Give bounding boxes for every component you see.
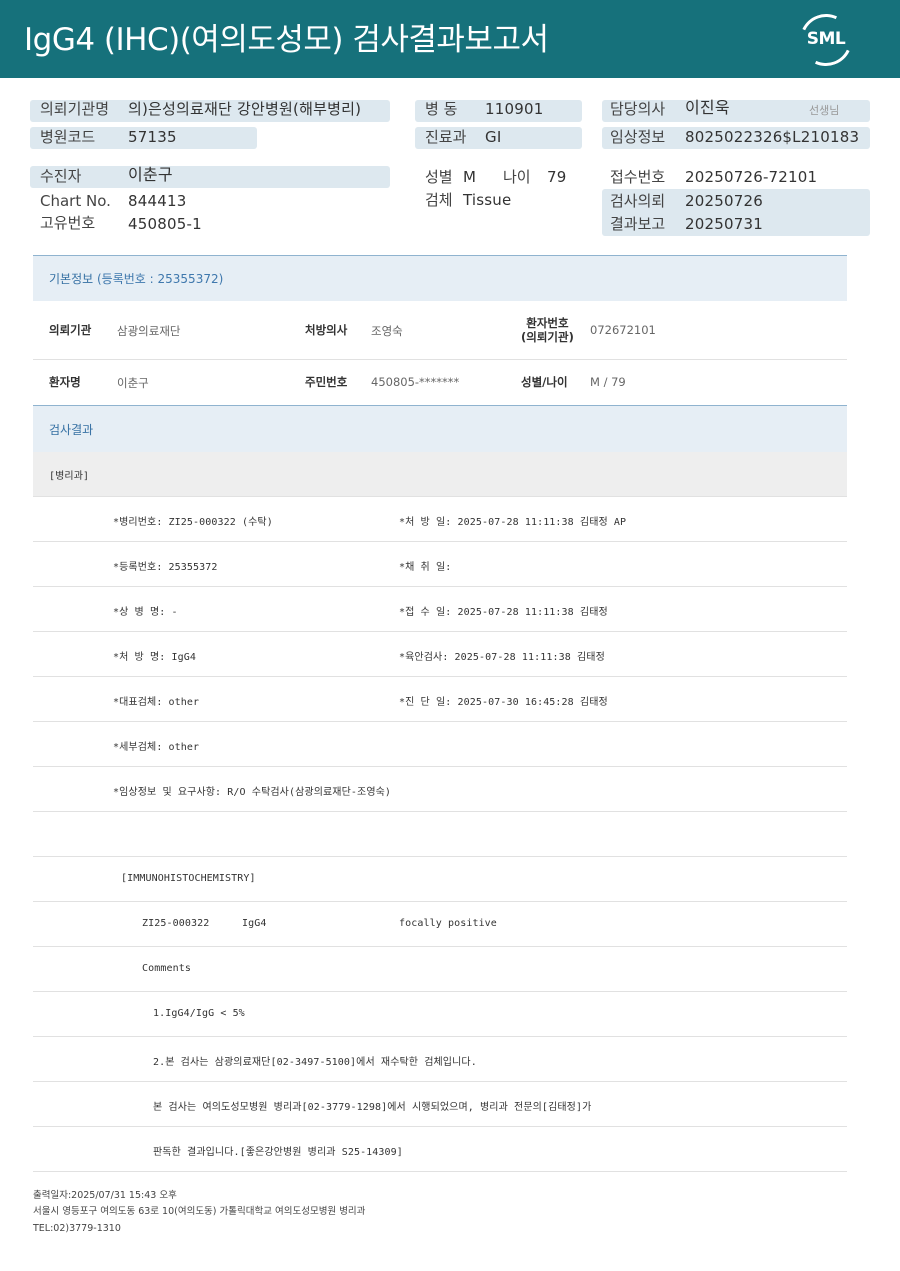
logo-text: SML	[806, 29, 846, 49]
result-line-3: *상 병 명: - *접 수 일: 2025-07-28 11:11:38 김태…	[33, 587, 847, 632]
chart-no-value: 844413	[128, 192, 187, 210]
results-header: 검사결과	[33, 406, 847, 452]
report-title: IgG4 (IHC)(여의도성모) 검사결과보고서	[24, 22, 549, 58]
comments-row: Comments	[33, 947, 847, 992]
registration-number: (등록번호 : 25355372)	[97, 272, 224, 286]
institution-value: 의)은성의료재단 강안병원(해부병리)	[128, 100, 362, 118]
requesting-institution-value: 삼광의료재단	[117, 324, 181, 338]
ihc-marker: IgG4	[242, 918, 267, 929]
comment-line-2-text: 2.본 검사는 삼광의료재단[02-3497-5100]에서 재수탁한 검체입니…	[153, 1057, 477, 1068]
patient-pill	[30, 166, 390, 188]
result-line-5: *대표검체: other *진 단 일: 2025-07-30 16:45:28…	[33, 677, 847, 722]
age-value: 79	[547, 168, 567, 186]
report-date-label: 결과보고	[610, 215, 666, 233]
result-line-2-left: *등록번호: 25355372	[113, 562, 218, 573]
request-date-label: 검사의뢰	[610, 192, 666, 210]
sex-value: M	[463, 168, 477, 186]
department-band: [병리과]	[33, 452, 847, 497]
result-line-7-left: *임상정보 및 요구사항: R/O 수탁검사(삼광의료재단-조영숙)	[113, 787, 392, 798]
department-label: 진료과	[425, 128, 467, 146]
prescriber-label: 처방의사	[305, 323, 348, 337]
result-blank-row	[33, 812, 847, 857]
print-date: 출력일자:2025/07/31 15:43 오후	[33, 1190, 177, 1201]
ihc-header: [IMMUNOHISTOCHEMISTRY]	[121, 873, 256, 884]
lab-telephone: TEL:02)3779-1310	[33, 1223, 121, 1234]
sml-logo: SML	[792, 6, 860, 74]
results-title: 검사결과	[49, 423, 94, 437]
sex-label: 성별	[425, 168, 453, 186]
patient-number-value: 072672101	[590, 323, 656, 337]
ward-value: 110901	[485, 100, 544, 118]
resident-number-label: 주민번호	[305, 375, 348, 389]
department-value: GI	[485, 128, 502, 146]
ihc-case-number: ZI25-000322	[142, 918, 210, 929]
comment-line-2: 2.본 검사는 삼광의료재단[02-3497-5100]에서 재수탁한 검체입니…	[33, 1037, 847, 1082]
hospital-code-value: 57135	[128, 128, 177, 146]
physician-honorific: 선생님	[809, 104, 840, 117]
unique-id-label: 고유번호	[40, 214, 96, 232]
result-line-5-left: *대표검체: other	[113, 697, 200, 708]
specimen-label: 검체	[425, 191, 453, 209]
patient-number-label-line1: 환자번호	[526, 316, 569, 330]
comment-line-1-text: 1.IgG4/IgG < 5%	[153, 1008, 245, 1019]
result-line-1-left: *병리번호: ZI25-000322 (수탁)	[113, 517, 273, 528]
receipt-no-value: 20250726-72101	[685, 168, 818, 186]
resident-number-value: 450805-*******	[371, 375, 460, 389]
basic-info-title: 기본정보 (등록번호 : 25355372)	[49, 270, 223, 287]
patient-value: 이춘구	[128, 165, 173, 184]
ihc-result: focally positive	[399, 918, 497, 929]
specimen-value: Tissue	[463, 191, 512, 209]
result-line-6-left: *세부검체: other	[113, 742, 200, 753]
basic-info-row-2: 환자명 이춘구 주민번호 450805-******* 성별/나이 M / 79	[33, 360, 847, 406]
basic-info-title-text: 기본정보	[49, 272, 94, 286]
physician-value: 이진욱	[685, 98, 730, 117]
institution-label: 의뢰기관명	[40, 100, 110, 118]
patient-number-label-line2: (의뢰기관)	[521, 330, 574, 344]
report-header: IgG4 (IHC)(여의도성모) 검사결과보고서 SML	[0, 0, 900, 78]
ihc-result-row: ZI25-000322 IgG4 focally positive	[33, 902, 847, 947]
result-line-3-right: *접 수 일: 2025-07-28 11:11:38 김태정	[399, 607, 608, 618]
ihc-header-row: [IMMUNOHISTOCHEMISTRY]	[33, 857, 847, 902]
comment-line-1: 1.IgG4/IgG < 5%	[33, 992, 847, 1037]
age-label: 나이	[503, 168, 531, 186]
result-line-3-left: *상 병 명: -	[113, 607, 178, 618]
sex-age-label: 성별/나이	[521, 375, 568, 389]
hospital-code-label: 병원코드	[40, 128, 96, 146]
requesting-institution-label: 의뢰기관	[49, 323, 92, 337]
clinical-info-label: 임상정보	[610, 128, 666, 146]
result-line-7: *임상정보 및 요구사항: R/O 수탁검사(삼광의료재단-조영숙)	[33, 767, 847, 812]
result-line-6: *세부검체: other	[33, 722, 847, 767]
chart-no-label: Chart No.	[40, 192, 111, 210]
comment-line-4-text: 판독한 결과입니다.[좋은강안병원 병리과 S25-14309]	[153, 1147, 403, 1158]
result-line-2-right: *채 취 일:	[399, 562, 452, 573]
result-line-4-right: *육안검사: 2025-07-28 11:11:38 김태정	[399, 652, 605, 663]
lab-address: 서울시 영등포구 여의도동 63로 10(여의도동) 가톨릭대학교 여의도성모병…	[33, 1206, 366, 1217]
report-date-value: 20250731	[685, 215, 763, 233]
result-line-1: *병리번호: ZI25-000322 (수탁) *처 방 일: 2025-07-…	[33, 497, 847, 542]
result-line-1-right: *처 방 일: 2025-07-28 11:11:38 김태정 AP	[399, 517, 627, 528]
result-line-5-right: *진 단 일: 2025-07-30 16:45:28 김태정	[399, 697, 608, 708]
department-tag: [병리과]	[49, 471, 90, 482]
ward-label: 병 동	[425, 100, 458, 118]
physician-label: 담당의사	[610, 100, 666, 118]
request-date-value: 20250726	[685, 192, 763, 210]
basic-info-row-1: 의뢰기관 삼광의료재단 처방의사 조영숙 환자번호 (의뢰기관) 0726721…	[33, 302, 847, 360]
unique-id-value: 450805-1	[128, 215, 202, 233]
comment-line-3: 본 검사는 여의도성모병원 병리과[02-3779-1298]에서 시행되었으며…	[33, 1082, 847, 1127]
prescriber-value: 조영숙	[371, 324, 403, 338]
clinical-info-value: 8025022326$L210183	[685, 128, 860, 146]
result-line-2: *등록번호: 25355372 *채 취 일:	[33, 542, 847, 587]
result-line-4: *처 방 명: IgG4 *육안검사: 2025-07-28 11:11:38 …	[33, 632, 847, 677]
result-line-4-left: *처 방 명: IgG4	[113, 652, 196, 663]
comments-label: Comments	[142, 963, 191, 974]
comment-line-4: 판독한 결과입니다.[좋은강안병원 병리과 S25-14309]	[33, 1127, 847, 1172]
patient-number-label: 환자번호 (의뢰기관)	[521, 316, 574, 344]
receipt-no-label: 접수번호	[610, 168, 666, 186]
sex-age-value: M / 79	[590, 375, 626, 389]
patient-label: 수진자	[40, 167, 82, 185]
comment-line-3-text: 본 검사는 여의도성모병원 병리과[02-3779-1298]에서 시행되었으며…	[153, 1102, 592, 1113]
patient-name-label: 환자명	[49, 375, 81, 389]
patient-name-value: 이춘구	[117, 376, 149, 390]
basic-info-header: 기본정보 (등록번호 : 25355372)	[33, 255, 847, 301]
